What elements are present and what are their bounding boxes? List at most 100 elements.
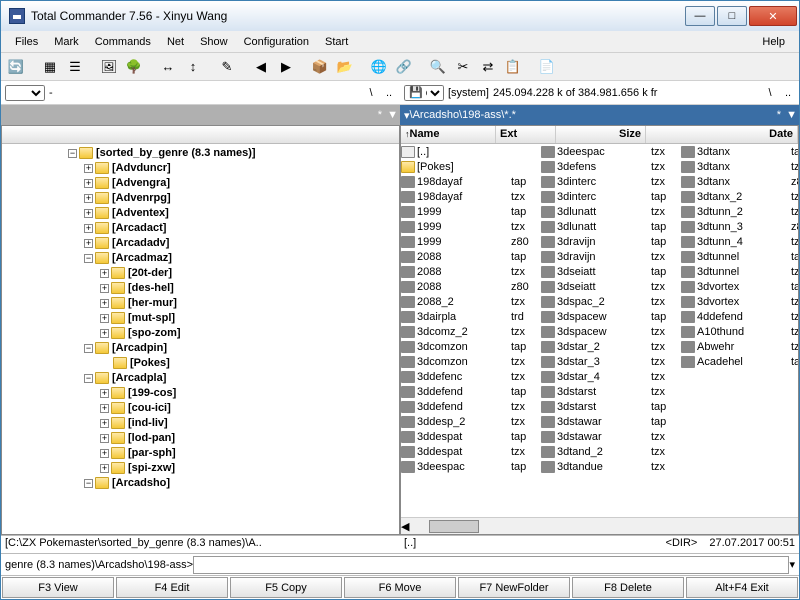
file-row[interactable]: 3dspac_2tzx bbox=[541, 294, 681, 309]
file-row[interactable]: 3defenstzx bbox=[541, 159, 681, 174]
toggle-icon[interactable]: + bbox=[100, 434, 109, 443]
unpack-icon[interactable]: 📂 bbox=[334, 56, 356, 78]
tree-node[interactable]: +[ind-liv] bbox=[4, 416, 397, 431]
toggle-icon[interactable]: + bbox=[100, 284, 109, 293]
search-icon[interactable]: 🔍 bbox=[427, 56, 449, 78]
toggle-icon[interactable]: + bbox=[100, 464, 109, 473]
file-row[interactable]: 3dtanx_2tzx bbox=[681, 189, 798, 204]
file-row[interactable]: 3deespactap bbox=[401, 459, 541, 474]
file-row[interactable]: 3dtunneltzx bbox=[681, 264, 798, 279]
favorites-icon[interactable]: ▼ bbox=[387, 109, 398, 121]
f4-edit[interactable]: F4 Edit bbox=[116, 577, 228, 598]
file-row[interactable]: 3ddefenctzx bbox=[401, 369, 541, 384]
tree-node[interactable]: −[Arcadpin] bbox=[4, 341, 397, 356]
menu-files[interactable]: Files bbox=[7, 34, 46, 50]
root-icon[interactable]: \ bbox=[364, 87, 378, 99]
tree-node[interactable]: −[Arcadpla] bbox=[4, 371, 397, 386]
menu-configuration[interactable]: Configuration bbox=[236, 34, 317, 50]
toggle-icon[interactable]: + bbox=[84, 224, 93, 233]
tree-node[interactable]: +[199-cos] bbox=[4, 386, 397, 401]
file-row[interactable]: 3dcomzontap bbox=[401, 339, 541, 354]
file-row[interactable]: 3dtunn_4tzx bbox=[681, 234, 798, 249]
cmd-input[interactable] bbox=[193, 556, 789, 574]
menu-commands[interactable]: Commands bbox=[87, 34, 159, 50]
f5-copy[interactable]: F5 Copy bbox=[230, 577, 342, 598]
file-row[interactable]: 198dayaftap bbox=[401, 174, 541, 189]
toggle-icon[interactable]: + bbox=[100, 449, 109, 458]
root-icon[interactable]: \ bbox=[763, 87, 777, 99]
url-icon[interactable]: 🔗 bbox=[393, 56, 415, 78]
right-path[interactable]: ▾ \Arcadsho\198-ass\*.* * ▼ bbox=[400, 105, 799, 125]
file-row[interactable]: 3ddefendtzx bbox=[401, 399, 541, 414]
ftp-icon[interactable]: 🌐 bbox=[368, 56, 390, 78]
file-row[interactable]: 198dayaftzx bbox=[401, 189, 541, 204]
cmd-dropdown-icon[interactable]: ▾ bbox=[789, 558, 795, 571]
file-row[interactable]: 3dcomzontzx bbox=[401, 354, 541, 369]
tree-node[interactable]: +[Advengra] bbox=[4, 176, 397, 191]
menu-show[interactable]: Show bbox=[192, 34, 236, 50]
file-row[interactable]: Acadeheltap bbox=[681, 354, 798, 369]
left-drive-select[interactable] bbox=[5, 85, 45, 101]
minimize-button[interactable]: — bbox=[685, 6, 715, 26]
file-row[interactable]: Abwehrtzx bbox=[681, 339, 798, 354]
file-row[interactable]: 3dvortextap bbox=[681, 279, 798, 294]
toggle-icon[interactable]: + bbox=[100, 329, 109, 338]
tree-icon[interactable]: 🌳 bbox=[123, 56, 145, 78]
tree-node[interactable]: −[sorted_by_genre (8.3 names)] bbox=[4, 146, 397, 161]
edit-icon[interactable]: ✎ bbox=[216, 56, 238, 78]
file-row[interactable]: 3dstar_3tzx bbox=[541, 354, 681, 369]
file-row[interactable]: 2088z80 bbox=[401, 279, 541, 294]
pack-icon[interactable]: 📦 bbox=[309, 56, 331, 78]
view-brief-icon[interactable]: ▦ bbox=[39, 56, 61, 78]
toggle-icon[interactable]: + bbox=[100, 404, 109, 413]
toggle-icon[interactable]: − bbox=[84, 374, 93, 383]
thumbnails-icon[interactable]: 🖼 bbox=[98, 56, 120, 78]
toggle-icon[interactable]: + bbox=[100, 269, 109, 278]
menu-mark[interactable]: Mark bbox=[46, 34, 86, 50]
view-full-icon[interactable]: ☰ bbox=[64, 56, 86, 78]
file-row[interactable]: [..] bbox=[401, 144, 541, 159]
file-row[interactable]: 1999tzx bbox=[401, 219, 541, 234]
file-row[interactable]: 3dstawartap bbox=[541, 414, 681, 429]
file-row[interactable]: 3ddespattap bbox=[401, 429, 541, 444]
file-row[interactable]: 3dtanxtap bbox=[681, 144, 798, 159]
f7-newfolder[interactable]: F7 NewFolder bbox=[458, 577, 570, 598]
f6-move[interactable]: F6 Move bbox=[344, 577, 456, 598]
tree-node[interactable]: +[spi-zxw] bbox=[4, 461, 397, 476]
copy-names-icon[interactable]: 📋 bbox=[502, 56, 524, 78]
tree-node[interactable]: +[Adventex] bbox=[4, 206, 397, 221]
col-date[interactable]: Date bbox=[646, 126, 798, 143]
file-row[interactable]: 1999z80 bbox=[401, 234, 541, 249]
tree-node[interactable]: −[Arcadsho] bbox=[4, 476, 397, 491]
history-icon[interactable]: * bbox=[777, 109, 781, 121]
file-row[interactable]: 3dspacewtap bbox=[541, 309, 681, 324]
file-row[interactable]: 2088tap bbox=[401, 249, 541, 264]
altf4-exit[interactable]: Alt+F4 Exit bbox=[686, 577, 798, 598]
swap-icon[interactable]: ↔ bbox=[157, 56, 179, 78]
file-row[interactable]: 3dtanxtzx bbox=[681, 159, 798, 174]
up-icon[interactable]: .. bbox=[781, 87, 795, 99]
file-row[interactable]: 3ddesp_2tzx bbox=[401, 414, 541, 429]
toggle-icon[interactable]: + bbox=[84, 209, 93, 218]
right-files[interactable]: [..][Pokes]198dayaftap198dayaftzx1999tap… bbox=[401, 144, 798, 517]
toggle-icon[interactable]: + bbox=[100, 419, 109, 428]
toggle-icon[interactable]: − bbox=[84, 254, 93, 263]
col-size[interactable]: Size bbox=[556, 126, 646, 143]
target-icon[interactable]: ↕ bbox=[182, 56, 204, 78]
file-row[interactable]: 3dstawartzx bbox=[541, 429, 681, 444]
tree-node[interactable]: +[her-mur] bbox=[4, 296, 397, 311]
file-row[interactable]: 3dravijntzx bbox=[541, 249, 681, 264]
file-row[interactable]: 3dstar_4tzx bbox=[541, 369, 681, 384]
file-row[interactable]: 3dlunatttap bbox=[541, 219, 681, 234]
toggle-icon[interactable]: + bbox=[100, 389, 109, 398]
tree-node[interactable]: +[mut-spl] bbox=[4, 311, 397, 326]
tree-node[interactable]: +[20t-der] bbox=[4, 266, 397, 281]
toggle-icon[interactable]: + bbox=[100, 299, 109, 308]
file-row[interactable]: 3dravijntap bbox=[541, 234, 681, 249]
tree-node[interactable]: +[cou-ici] bbox=[4, 401, 397, 416]
file-row[interactable]: 3dtunn_3z80 bbox=[681, 219, 798, 234]
toggle-icon[interactable]: + bbox=[84, 164, 93, 173]
col-name[interactable]: ↑Name bbox=[401, 126, 496, 143]
file-row[interactable]: 3dseiatttap bbox=[541, 264, 681, 279]
file-row[interactable]: 3ddespattzx bbox=[401, 444, 541, 459]
